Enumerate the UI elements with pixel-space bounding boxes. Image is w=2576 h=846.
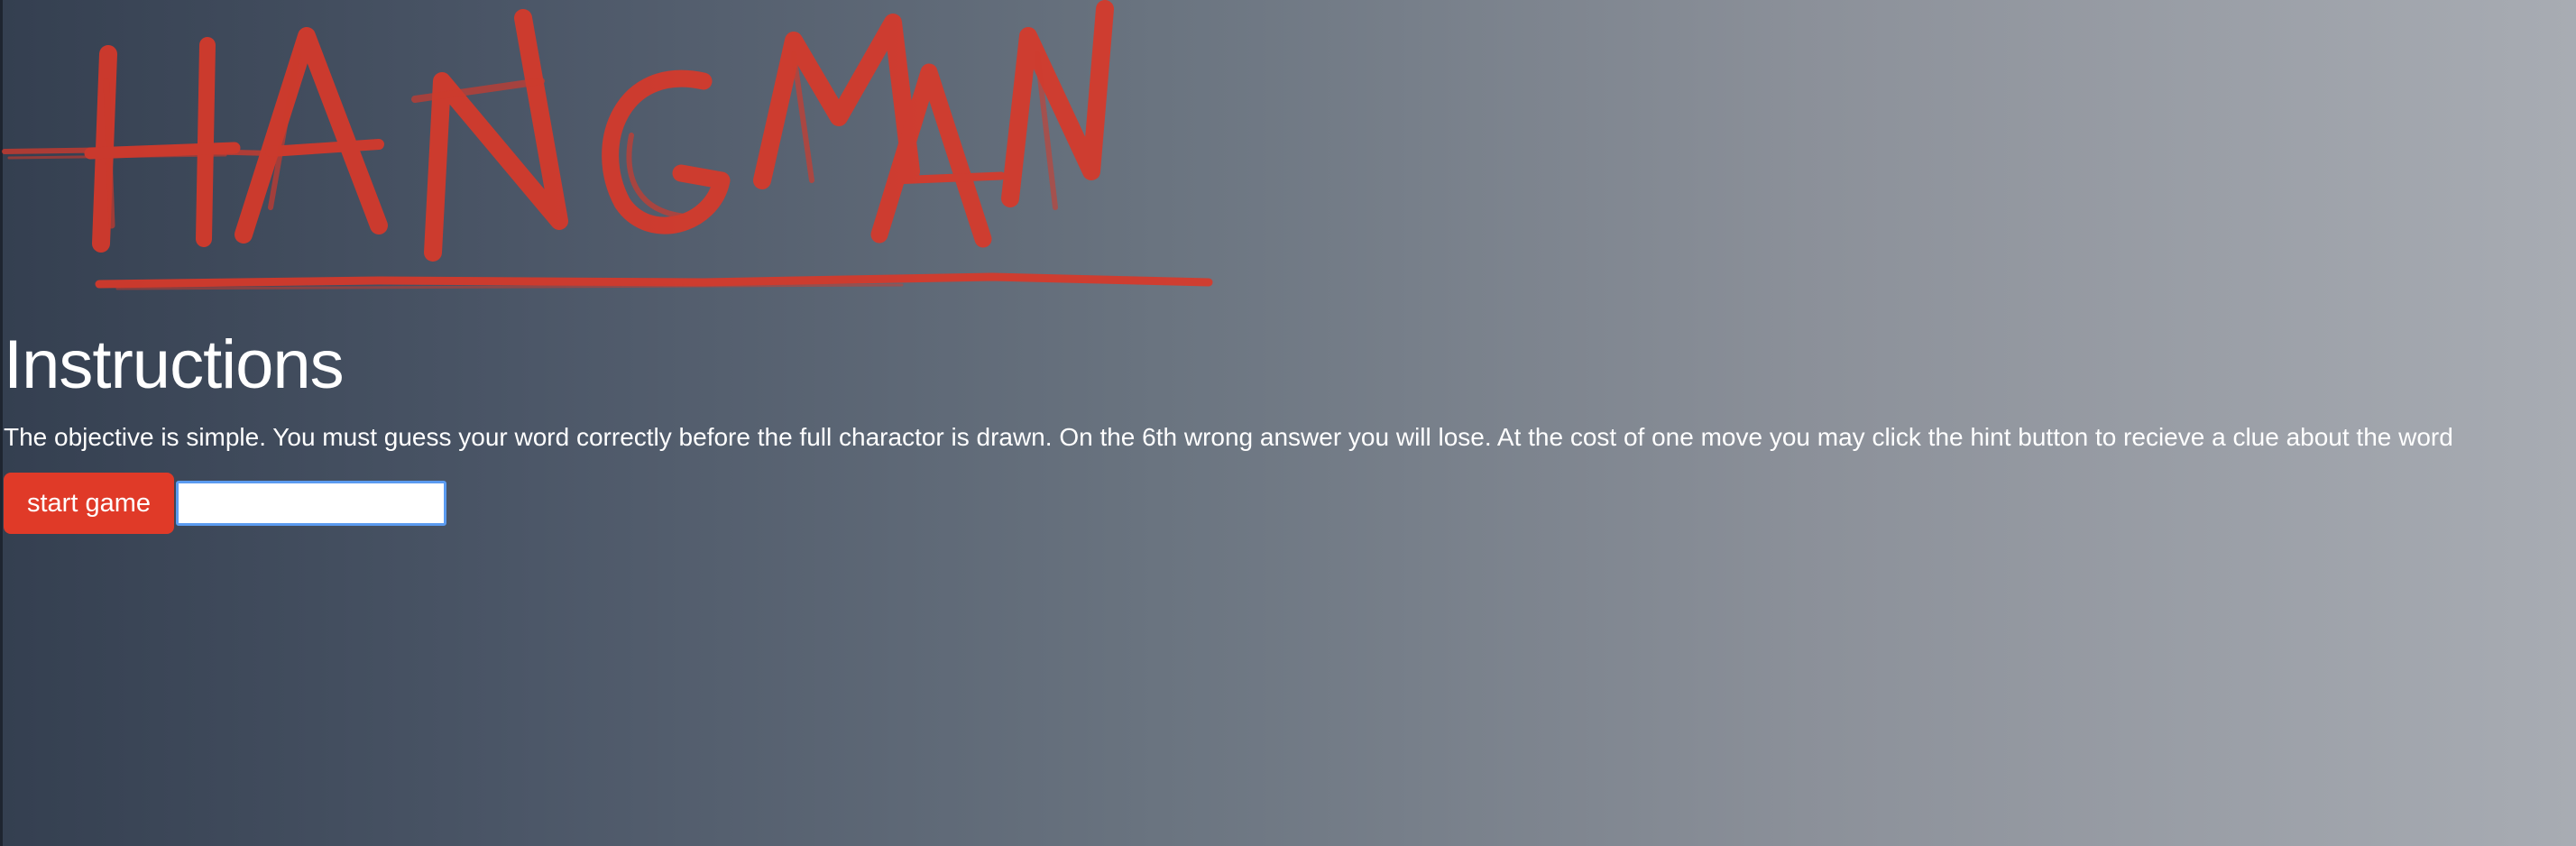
- instructions-heading: Instructions: [4, 326, 345, 403]
- hangman-logo: [2, 0, 1213, 290]
- start-game-button[interactable]: start game: [4, 473, 174, 534]
- word-input[interactable]: [176, 481, 446, 526]
- instructions-text: The objective is simple. You must guess …: [4, 423, 2453, 451]
- game-controls: start game: [4, 473, 446, 534]
